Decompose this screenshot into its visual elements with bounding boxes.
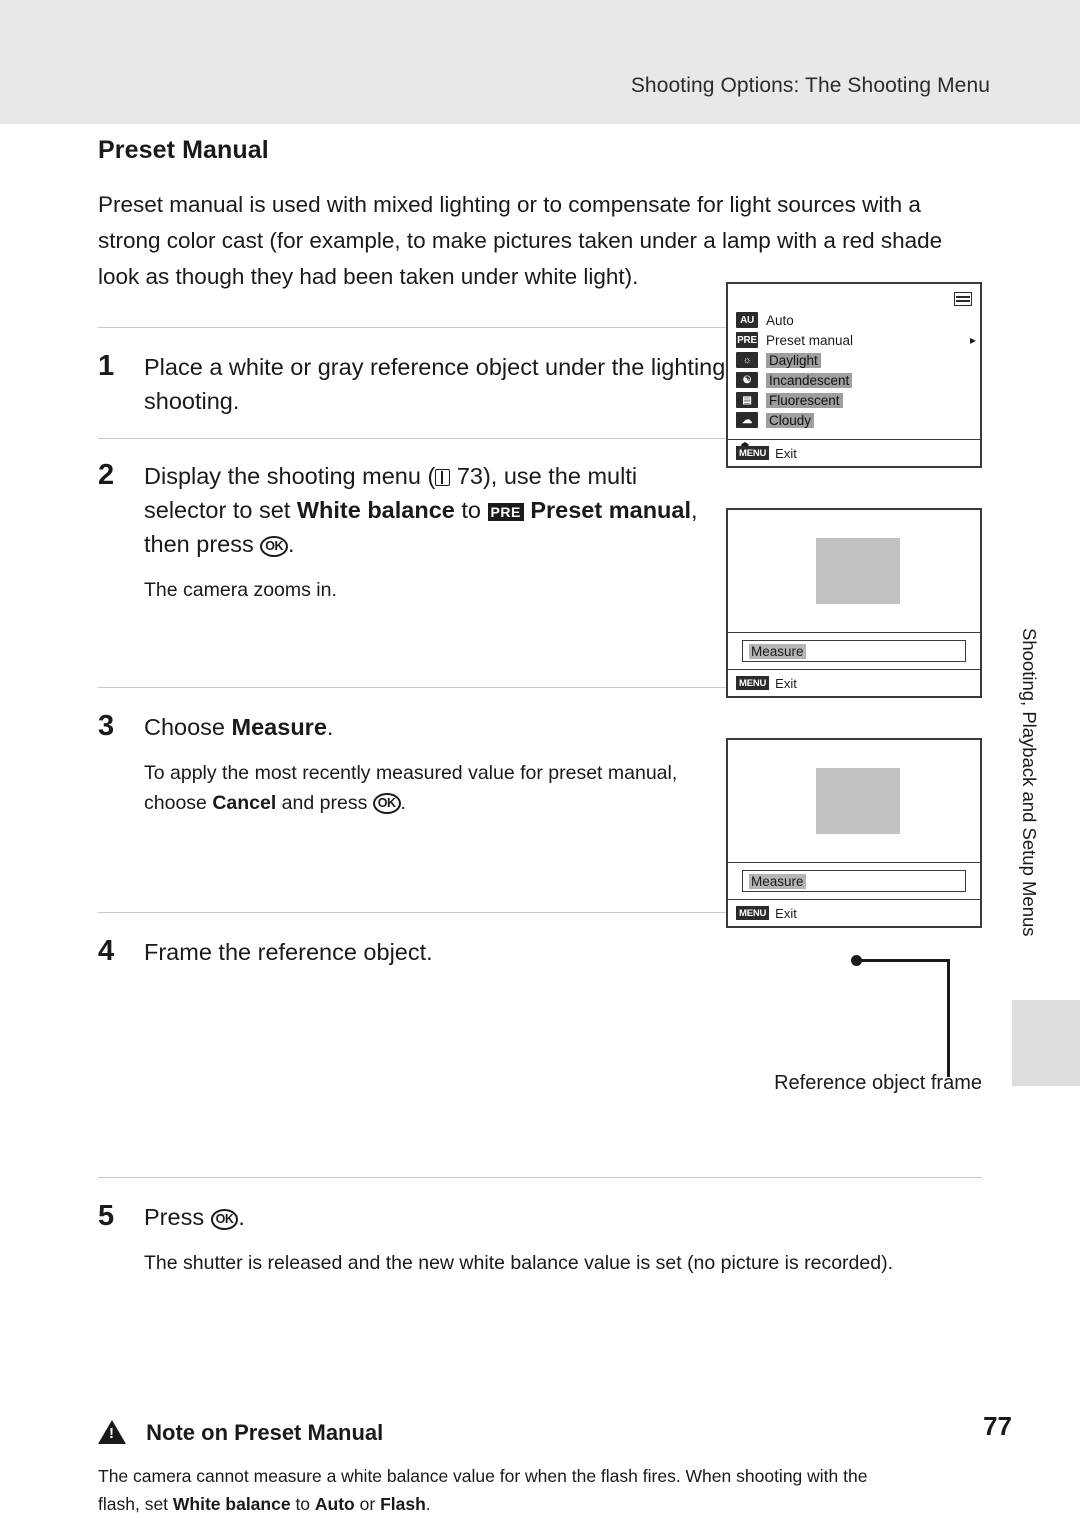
wb-option-fluorescent[interactable]: ▤ Fluorescent bbox=[736, 390, 976, 410]
wb-option-label: Auto bbox=[766, 312, 794, 328]
note-title-row: Note on Preset Manual bbox=[98, 1420, 982, 1446]
wb-option-label: Incandescent bbox=[766, 372, 853, 388]
note-block: Note on Preset Manual The camera cannot … bbox=[98, 1420, 982, 1518]
note-line-2-text-2: to bbox=[290, 1494, 315, 1514]
step-5-text-2: . bbox=[238, 1204, 245, 1230]
step-4-number: 4 bbox=[98, 935, 115, 967]
bulb-icon: ☯ bbox=[736, 372, 758, 388]
step-3-text-1: Choose bbox=[144, 714, 232, 740]
ok-button-icon: OK bbox=[260, 536, 289, 557]
note-bold-white-balance: White balance bbox=[172, 1494, 291, 1514]
wb-option-incandescent[interactable]: ☯ Incandescent bbox=[736, 370, 976, 390]
step-3-bold-cancel: Cancel bbox=[212, 792, 277, 814]
wb-option-label: Fluorescent bbox=[766, 392, 843, 408]
book-icon bbox=[435, 469, 451, 486]
step-2-text-3: to bbox=[454, 497, 488, 523]
step-2-subtext: The camera zooms in. bbox=[144, 579, 337, 601]
lcd-measure-screen: Measure MENU Exit bbox=[726, 508, 982, 698]
menu-badge-icon: MENU bbox=[736, 906, 770, 920]
wb-option-preset-manual[interactable]: PRE Preset manual ▸ bbox=[736, 330, 976, 350]
lcd-measure-bottom-bar: MENU Exit bbox=[728, 669, 980, 696]
wb-option-cloudy[interactable]: ☁ Cloudy bbox=[736, 410, 976, 430]
preset-manual-icon: PRE bbox=[487, 503, 524, 521]
note-bold-flash: Flash bbox=[380, 1494, 426, 1514]
wb-option-daylight[interactable]: ☼ Daylight bbox=[736, 350, 976, 370]
reference-object-region bbox=[816, 768, 900, 834]
step-2-bold-preset-manual: Preset manual bbox=[530, 497, 691, 523]
side-tab-text: Shooting, Playback and Setup Menus bbox=[1019, 628, 1040, 937]
step-3-text-2: . bbox=[326, 714, 334, 740]
auto-icon: AU bbox=[736, 312, 758, 328]
side-tab-marker bbox=[1012, 1000, 1080, 1086]
ok-button-icon: OK bbox=[210, 1209, 239, 1230]
step-4: 4 Frame the reference object. bbox=[98, 935, 982, 1177]
step-5-text-1: Press bbox=[144, 1204, 211, 1230]
section-title: Preset Manual bbox=[98, 136, 269, 164]
measure-label: Measure bbox=[749, 643, 806, 659]
step-5-subtext: The shutter is released and the new whit… bbox=[144, 1252, 893, 1274]
page-number: 77 bbox=[983, 1411, 1012, 1441]
note-line-2-text-3: or bbox=[354, 1494, 381, 1514]
step-2-text-5: . bbox=[288, 531, 295, 557]
step-3-bold-measure: Measure bbox=[231, 714, 327, 740]
wb-option-label: Cloudy bbox=[766, 412, 815, 428]
cloud-icon: ☁ bbox=[736, 412, 758, 428]
step-3-number: 3 bbox=[98, 710, 115, 742]
lcd-frame-bottom-bar: MENU Exit bbox=[728, 899, 980, 926]
reference-object-region bbox=[816, 538, 900, 604]
divider bbox=[98, 1177, 982, 1178]
document-page: Shooting Options: The Shooting Menu Shoo… bbox=[0, 0, 1080, 1514]
measure-option-bar[interactable]: Measure bbox=[742, 870, 966, 892]
step-2-bold-white-balance: White balance bbox=[296, 497, 455, 523]
chevron-right-icon: ▸ bbox=[969, 333, 976, 347]
step-2-number: 2 bbox=[98, 459, 115, 491]
note-bold-auto: Auto bbox=[314, 1494, 355, 1514]
section-intro: Preset manual is used with mixed lightin… bbox=[98, 192, 943, 289]
menu-corner-icon bbox=[954, 292, 972, 306]
white-balance-option-list: AU Auto PRE Preset manual ▸ ☼ Daylight ☯… bbox=[736, 310, 976, 453]
menu-badge-icon: MENU bbox=[736, 446, 770, 460]
measure-label: Measure bbox=[749, 873, 806, 889]
step-3-subtext-2: and press bbox=[276, 792, 373, 814]
step-1-number: 1 bbox=[98, 350, 115, 382]
warning-icon bbox=[98, 1420, 126, 1444]
note-title: Note on Preset Manual bbox=[146, 1420, 384, 1445]
sun-icon: ☼ bbox=[736, 352, 758, 368]
page-header-title: Shooting Options: The Shooting Menu bbox=[630, 74, 990, 97]
note-line-2-text-1: flash, set bbox=[98, 1494, 173, 1514]
header-band bbox=[0, 0, 1080, 124]
lcd-frame-reference-screen: Measure MENU Exit bbox=[726, 738, 982, 928]
menu-exit-label: Exit bbox=[775, 445, 797, 461]
wb-option-label: Preset manual bbox=[766, 332, 854, 348]
note-line-2-text-4: . bbox=[425, 1494, 431, 1514]
divider bbox=[728, 632, 980, 633]
step-5: 5 Press OK. The shutter is released and … bbox=[98, 1200, 982, 1304]
ok-button-icon: OK bbox=[372, 793, 401, 814]
menu-exit-label: Exit bbox=[775, 905, 797, 921]
menu-exit-label: Exit bbox=[775, 675, 797, 691]
step-3-subtext-3: . bbox=[400, 792, 406, 814]
wb-option-label: Daylight bbox=[766, 352, 821, 368]
measure-option-bar[interactable]: Measure bbox=[742, 640, 966, 662]
side-tab-label: Shooting, Playback and Setup Menus bbox=[1012, 628, 1046, 994]
preset-manual-icon: PRE bbox=[736, 332, 758, 348]
fluorescent-icon: ▤ bbox=[736, 392, 758, 408]
menu-badge-icon: MENU bbox=[736, 676, 770, 690]
callout-line-vertical bbox=[947, 959, 950, 1077]
wb-option-auto[interactable]: AU Auto bbox=[736, 310, 976, 330]
step-4-text: Frame the reference object. bbox=[144, 939, 433, 965]
step-2-text-1: Display the shooting menu ( bbox=[144, 463, 436, 489]
divider bbox=[728, 862, 980, 863]
callout-line-horizontal bbox=[856, 959, 950, 962]
reference-object-caption: Reference object frame bbox=[774, 1072, 982, 1094]
lcd-white-balance-menu: AU Auto PRE Preset manual ▸ ☼ Daylight ☯… bbox=[726, 282, 982, 468]
lcd-menu-bottom-bar: MENU Exit bbox=[728, 439, 980, 466]
step-5-number: 5 bbox=[98, 1200, 115, 1232]
